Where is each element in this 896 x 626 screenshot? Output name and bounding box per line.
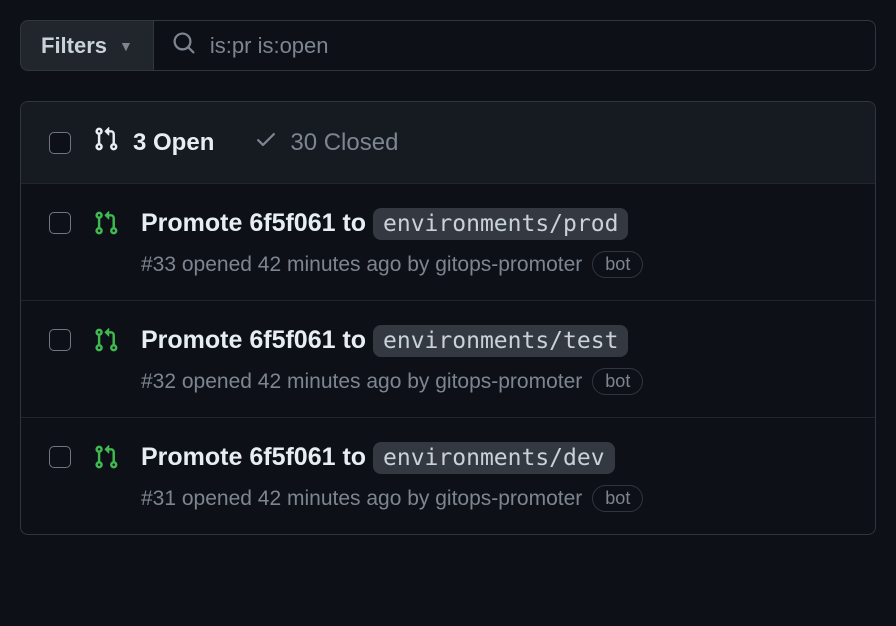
pr-meta: #31 opened 42 minutes ago by gitops-prom… — [141, 485, 847, 512]
closed-count-label: 30 Closed — [290, 129, 398, 157]
caret-down-icon: ▼ — [119, 38, 133, 54]
pr-title-text: Promote 6f5f061 to — [141, 443, 373, 471]
search-container — [153, 20, 876, 71]
pr-item[interactable]: Promote 6f5f061 to environments/dev #31 … — [21, 418, 875, 534]
pr-meta: #32 opened 42 minutes ago by gitops-prom… — [141, 368, 847, 395]
pr-content: Promote 6f5f061 to environments/test #32… — [141, 323, 847, 395]
filters-label: Filters — [41, 33, 107, 59]
pr-title[interactable]: Promote 6f5f061 to environments/prod — [141, 206, 847, 241]
pr-title[interactable]: Promote 6f5f061 to environments/dev — [141, 440, 847, 475]
pr-title[interactable]: Promote 6f5f061 to environments/test — [141, 323, 847, 358]
closed-tab[interactable]: 30 Closed — [254, 127, 398, 158]
pr-meta-text: #32 opened 42 minutes ago by gitops-prom… — [141, 370, 582, 394]
search-icon — [172, 31, 196, 60]
list-header: 3 Open 30 Closed — [21, 102, 875, 184]
pr-meta-text: #31 opened 42 minutes ago by gitops-prom… — [141, 487, 582, 511]
pr-content: Promote 6f5f061 to environments/prod #33… — [141, 206, 847, 278]
filters-button[interactable]: Filters ▼ — [20, 20, 153, 71]
pr-checkbox[interactable] — [49, 446, 71, 468]
open-tab[interactable]: 3 Open — [93, 126, 214, 159]
bot-badge: bot — [592, 251, 643, 278]
pr-title-code: environments/dev — [373, 442, 615, 474]
pull-request-icon — [93, 126, 119, 159]
pr-item[interactable]: Promote 6f5f061 to environments/test #32… — [21, 301, 875, 418]
bot-badge: bot — [592, 485, 643, 512]
bot-badge: bot — [592, 368, 643, 395]
select-all-checkbox[interactable] — [49, 132, 71, 154]
pr-title-text: Promote 6f5f061 to — [141, 326, 373, 354]
pull-request-open-icon — [93, 206, 119, 241]
pr-title-code: environments/test — [373, 325, 628, 357]
pr-item[interactable]: Promote 6f5f061 to environments/prod #33… — [21, 184, 875, 301]
pr-meta-text: #33 opened 42 minutes ago by gitops-prom… — [141, 253, 582, 277]
open-count-label: 3 Open — [133, 129, 214, 157]
pr-content: Promote 6f5f061 to environments/dev #31 … — [141, 440, 847, 512]
pull-request-open-icon — [93, 440, 119, 475]
search-input[interactable] — [210, 33, 857, 59]
check-icon — [254, 127, 278, 158]
pr-title-code: environments/prod — [373, 208, 628, 240]
pr-list: 3 Open 30 Closed Promote 6f5f061 to envi… — [20, 101, 876, 535]
pr-checkbox[interactable] — [49, 212, 71, 234]
pr-title-text: Promote 6f5f061 to — [141, 209, 373, 237]
pr-meta: #33 opened 42 minutes ago by gitops-prom… — [141, 251, 847, 278]
pr-checkbox[interactable] — [49, 329, 71, 351]
pull-request-open-icon — [93, 323, 119, 358]
